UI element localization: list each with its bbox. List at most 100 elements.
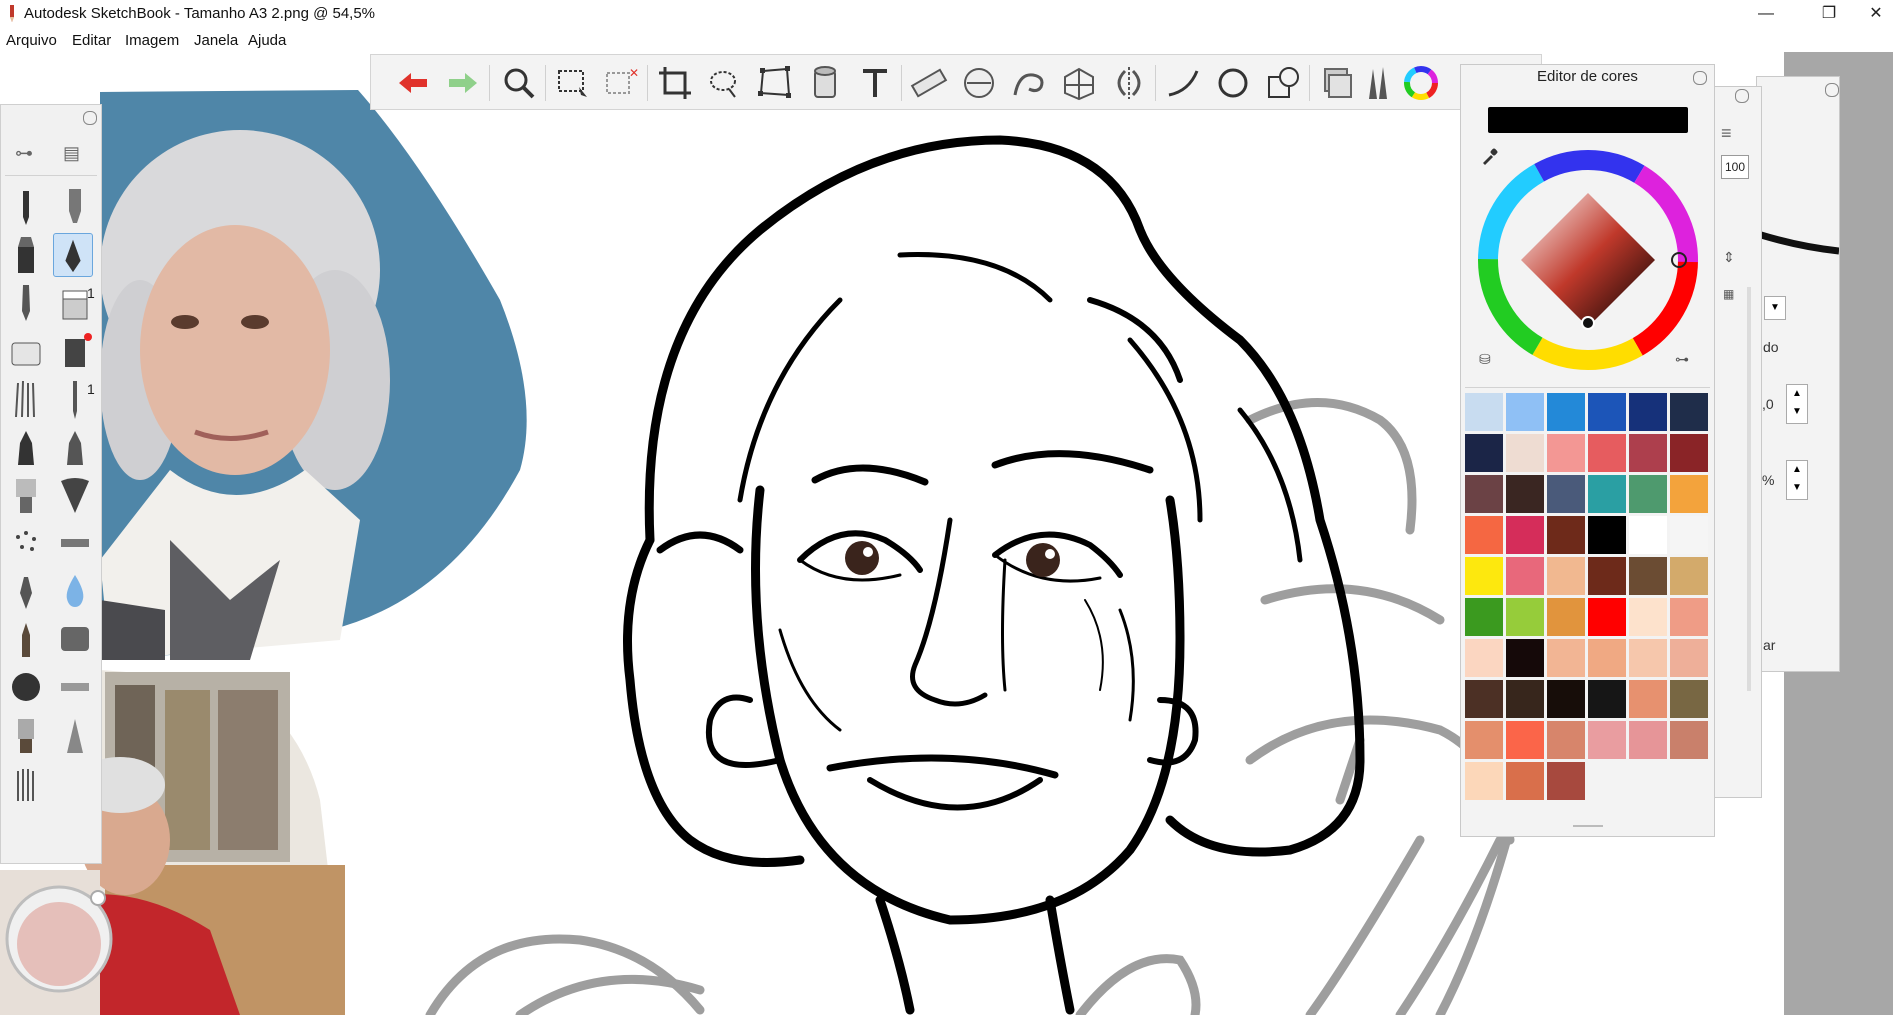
color-wheel[interactable]	[1471, 145, 1706, 385]
hr-brush-icon[interactable]	[55, 329, 95, 373]
color-swatch[interactable]	[1588, 721, 1626, 759]
color-swatch[interactable]	[1629, 639, 1667, 677]
color-swatch[interactable]	[1588, 557, 1626, 595]
minimize-button[interactable]: —	[1743, 0, 1789, 28]
cone-brush-icon[interactable]	[55, 713, 95, 757]
brush-props-close-icon[interactable]	[1735, 89, 1749, 103]
speckle-brush-icon[interactable]	[6, 521, 46, 565]
airbrush-icon[interactable]	[6, 281, 46, 325]
color-swatch[interactable]	[1547, 762, 1585, 800]
color-swatch[interactable]	[1588, 475, 1626, 513]
water-drop-brush-icon[interactable]	[55, 569, 95, 613]
value-2-stepper[interactable]: ▲ ▼	[1786, 460, 1808, 500]
color-swatch[interactable]	[1629, 516, 1667, 554]
color-swatch[interactable]	[1670, 639, 1708, 677]
distort-icon[interactable]	[755, 63, 795, 103]
chisel-brush-icon[interactable]	[6, 617, 46, 661]
color-swatch[interactable]	[1465, 434, 1503, 472]
color-swatch[interactable]	[1629, 557, 1667, 595]
color-swatch[interactable]	[1588, 639, 1626, 677]
tube-brush-icon[interactable]	[55, 521, 95, 565]
color-swatch[interactable]	[1547, 639, 1585, 677]
brush-library-icon[interactable]	[1359, 63, 1399, 103]
marker-brush-icon[interactable]	[6, 233, 46, 277]
crop-icon[interactable]	[655, 63, 695, 103]
color-swatch[interactable]	[1547, 434, 1585, 472]
value-1-stepper[interactable]: ▲ ▼	[1786, 384, 1808, 424]
color-swatch[interactable]	[1465, 721, 1503, 759]
color-swatch[interactable]	[1547, 680, 1585, 718]
color-swatch[interactable]	[1629, 598, 1667, 636]
color-sliders-icon[interactable]: ⊶	[1675, 351, 1689, 368]
comb-brush-icon[interactable]	[6, 761, 46, 805]
color-swatch[interactable]	[1506, 762, 1544, 800]
transform-select-icon[interactable]: ✕	[601, 63, 641, 103]
wide-brush-icon[interactable]	[6, 713, 46, 757]
layers-icon[interactable]	[1317, 63, 1357, 103]
color-swatch[interactable]	[1588, 680, 1626, 718]
puck-control[interactable]	[0, 880, 118, 998]
texture-brush-icon[interactable]	[55, 617, 95, 661]
fan-brush-icon[interactable]	[55, 473, 95, 517]
redo-icon[interactable]	[443, 63, 483, 103]
undo-icon[interactable]	[393, 63, 433, 103]
ink-bottle-brush-icon[interactable]	[6, 425, 46, 469]
stepper-arrows-icon[interactable]: ⇕	[1723, 249, 1735, 266]
color-swatch[interactable]	[1547, 557, 1585, 595]
color-swatch[interactable]	[1670, 680, 1708, 718]
color-swatch[interactable]	[1670, 598, 1708, 636]
ruler-icon[interactable]	[909, 63, 949, 103]
ink-bottle-2-brush-icon[interactable]	[55, 425, 95, 469]
color-swatch[interactable]	[1465, 393, 1503, 431]
color-wheel-icon[interactable]	[1401, 63, 1441, 103]
brush-list-icon[interactable]: ▤	[63, 143, 80, 164]
tube-2-brush-icon[interactable]	[55, 665, 95, 709]
menu-editar[interactable]: Editar	[72, 32, 111, 49]
color-swatch[interactable]	[1588, 393, 1626, 431]
color-swatch[interactable]	[1506, 598, 1544, 636]
blend-dropdown[interactable]: ▼	[1764, 296, 1786, 320]
panel-scrollbar[interactable]	[1747, 287, 1751, 691]
color-swatch[interactable]	[1629, 721, 1667, 759]
color-swatch[interactable]	[1629, 680, 1667, 718]
color-swatch[interactable]	[1629, 475, 1667, 513]
smudge-brush-icon[interactable]	[6, 569, 46, 613]
color-swatch[interactable]	[1506, 475, 1544, 513]
french-curve-icon[interactable]	[1009, 63, 1049, 103]
maximize-button[interactable]: ❐	[1806, 0, 1852, 28]
perspective-icon[interactable]	[1059, 63, 1099, 103]
menu-arquivo[interactable]: Arquivo	[6, 32, 57, 49]
panel-grip[interactable]	[1573, 825, 1603, 827]
color-puck-icon[interactable]: ⛁	[1479, 351, 1491, 368]
opacity-value[interactable]: 100	[1721, 155, 1749, 179]
layer-panel[interactable]: do ar	[1756, 76, 1840, 672]
lasso-icon[interactable]	[705, 63, 745, 103]
color-swatch[interactable]	[1465, 598, 1503, 636]
color-swatch[interactable]	[1506, 680, 1544, 718]
color-swatch[interactable]	[1547, 475, 1585, 513]
color-swatch[interactable]	[1629, 434, 1667, 472]
color-swatch[interactable]	[1506, 393, 1544, 431]
ellipse-icon[interactable]	[1213, 63, 1253, 103]
palette-close-icon[interactable]	[83, 111, 97, 125]
menu-imagem[interactable]: Imagem	[125, 32, 179, 49]
color-swatch[interactable]	[1506, 721, 1544, 759]
color-editor-close-icon[interactable]	[1693, 71, 1707, 85]
color-swatch[interactable]	[1506, 434, 1544, 472]
color-swatch[interactable]	[1506, 516, 1544, 554]
color-swatch[interactable]	[1670, 434, 1708, 472]
stroke-icon[interactable]	[1163, 63, 1203, 103]
color-swatch[interactable]	[1670, 721, 1708, 759]
color-swatch[interactable]	[1465, 516, 1503, 554]
text-icon[interactable]	[855, 63, 895, 103]
color-swatch[interactable]	[1670, 557, 1708, 595]
color-swatch[interactable]	[1629, 393, 1667, 431]
zoom-icon[interactable]	[499, 63, 539, 103]
color-swatch[interactable]	[1547, 721, 1585, 759]
color-swatch[interactable]	[1588, 516, 1626, 554]
bristle-brush-icon[interactable]	[6, 377, 46, 421]
menu-ajuda[interactable]: Ajuda	[248, 32, 286, 49]
menu-lines-icon[interactable]: ≡	[1721, 123, 1732, 144]
hard-eraser-icon[interactable]	[6, 329, 46, 373]
color-swatch[interactable]	[1670, 393, 1708, 431]
